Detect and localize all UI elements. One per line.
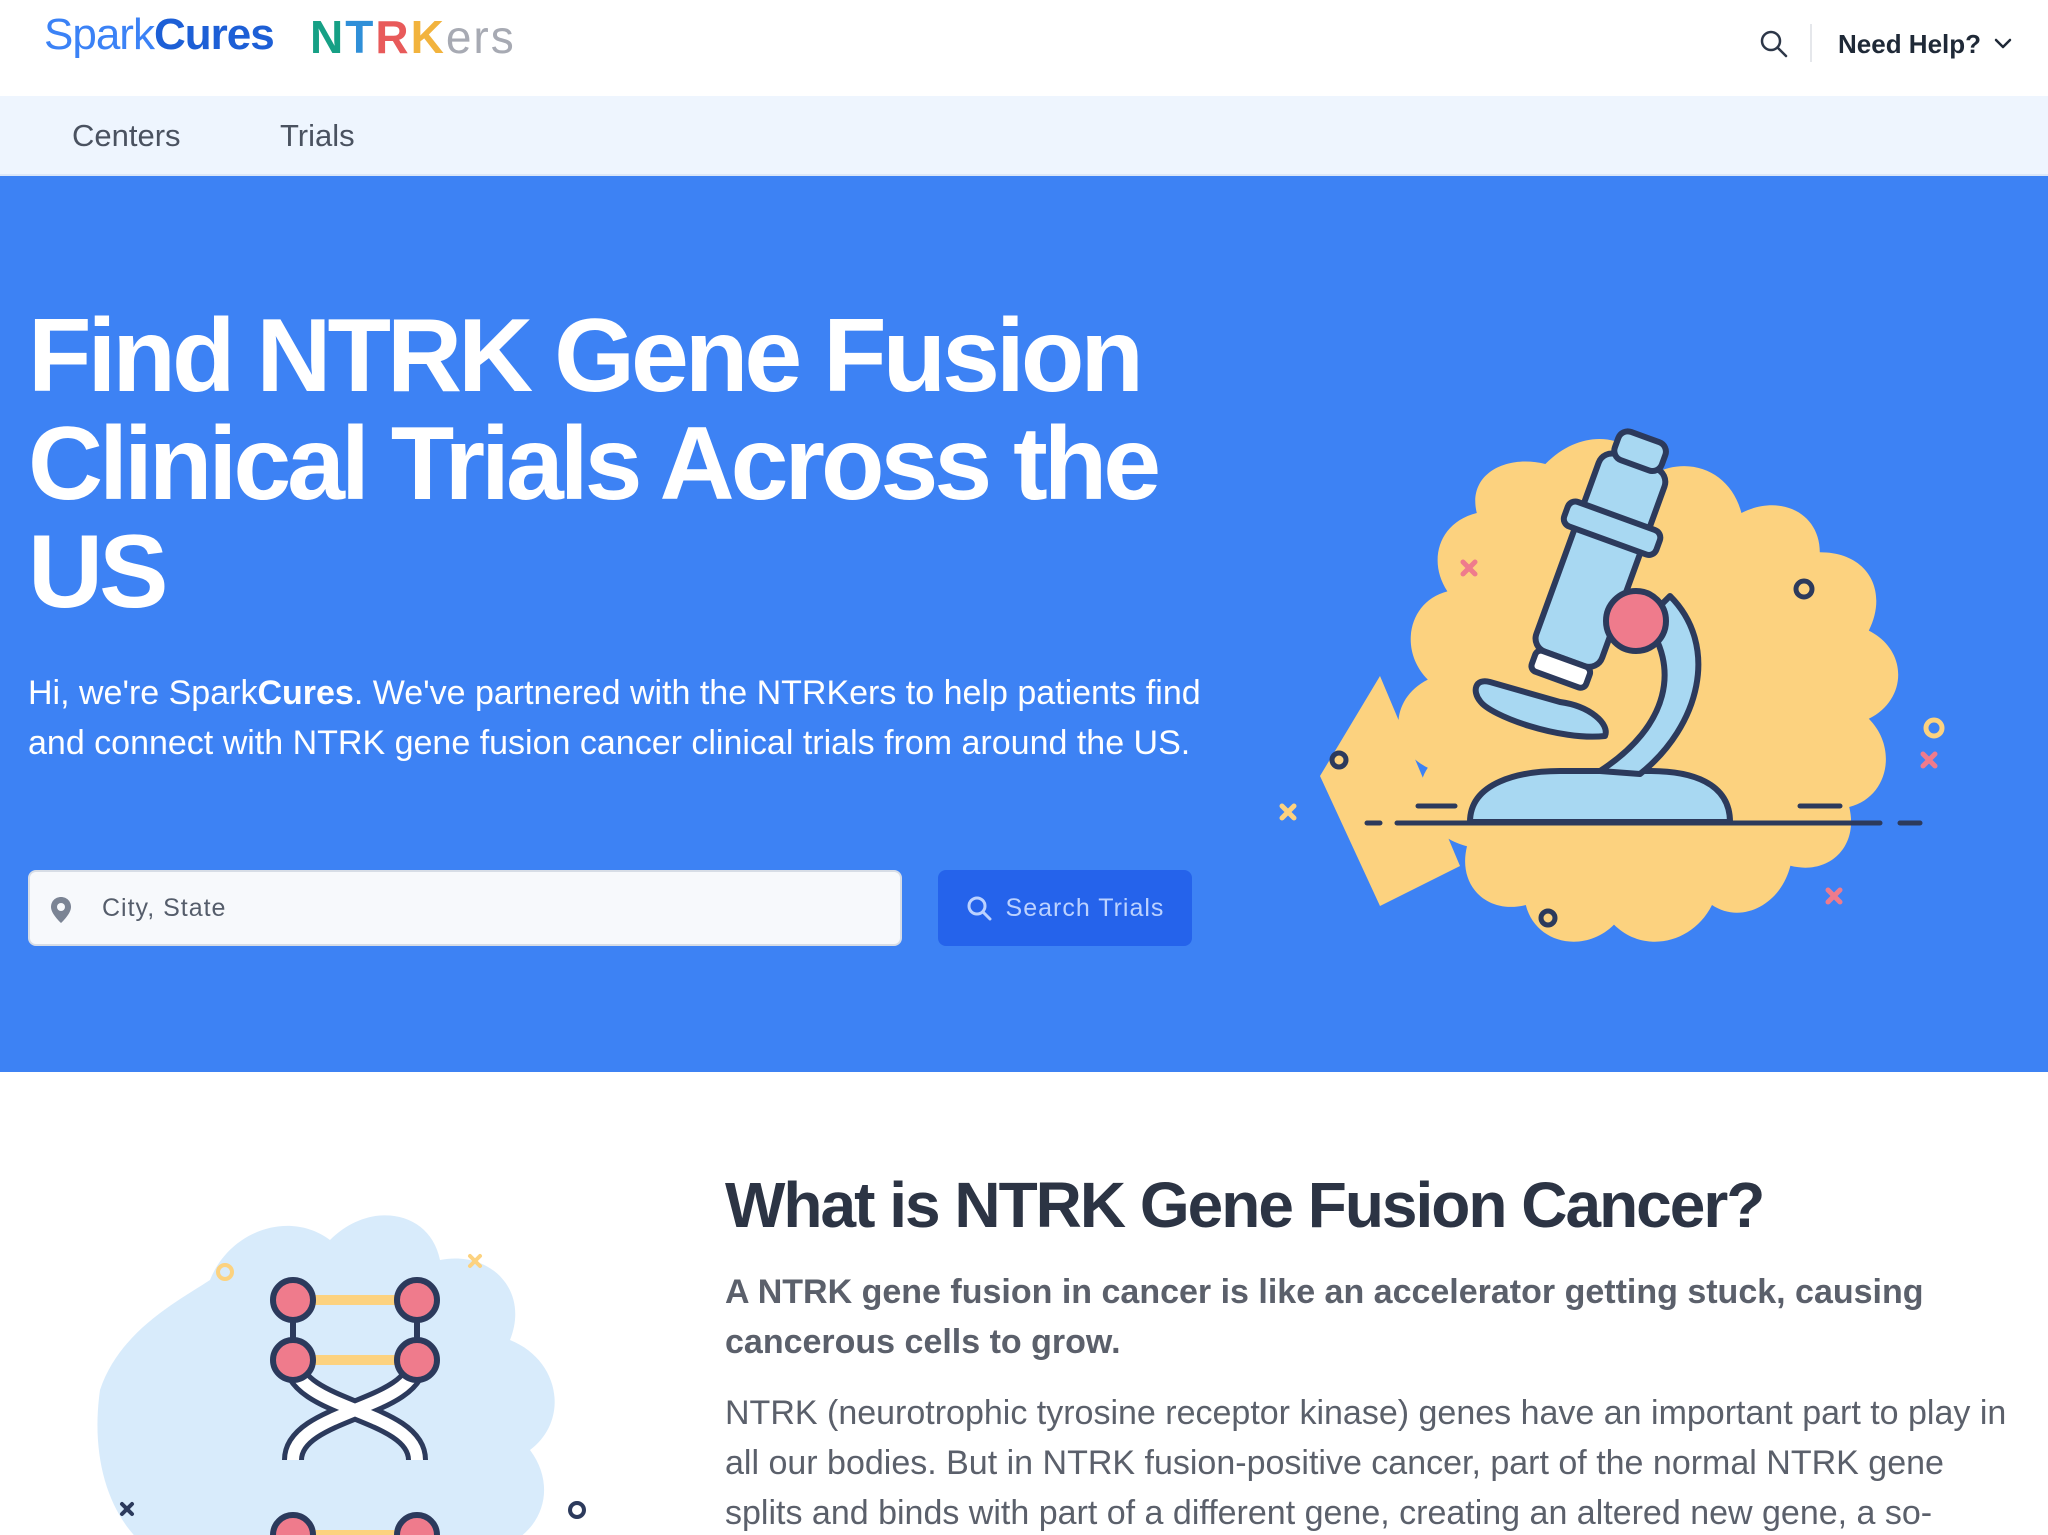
location-pin-icon [51, 897, 71, 923]
search-trials-label: Search Trials [1005, 893, 1165, 922]
intro-prefix: Hi, we're Spark [28, 674, 258, 712]
nav-trials[interactable]: Trials [280, 118, 355, 154]
search-icon[interactable] [1758, 28, 1790, 60]
ntrkers-logo[interactable]: N T R Kers [310, 10, 516, 70]
search-trials-button[interactable]: Search Trials [938, 870, 1192, 946]
location-field[interactable] [28, 870, 902, 946]
chevron-down-icon [1994, 38, 2012, 49]
need-help-dropdown[interactable]: Need Help? [1838, 26, 2013, 62]
hero-title: Find NTRK Gene Fusion Clinical Trials Ac… [28, 298, 1161, 630]
logo-suffix: ers [445, 11, 516, 63]
dna-illustration [97, 1215, 586, 1535]
logo-spark-text: Spark [44, 10, 155, 59]
hero-intro: Hi, we're SparkCures. We've partnered wi… [28, 668, 1208, 768]
nav-centers[interactable]: Centers [72, 118, 181, 154]
search-icon [967, 896, 992, 921]
sub-navigation: Centers Trials [0, 96, 2048, 176]
logo-letter-k: K [410, 11, 446, 63]
section-lead: A NTRK gene fusion in cancer is like an … [725, 1273, 1924, 1361]
location-input[interactable] [102, 872, 882, 944]
section-title: What is NTRK Gene Fusion Cancer? [725, 1169, 1765, 1241]
header-divider [1810, 24, 1812, 62]
logo-letter-t: T [345, 11, 376, 63]
info-section: What is NTRK Gene Fusion Cancer? A NTRK … [0, 1072, 2048, 1535]
logo-cures-text: Cures [153, 10, 275, 59]
intro-brand: Cures [257, 674, 354, 712]
need-help-label: Need Help? [1838, 28, 1982, 59]
sparkcures-logo[interactable]: Spark Cures [44, 10, 275, 70]
top-header: Spark Cures N T R Kers Need Help? [0, 0, 2048, 96]
section-body: NTRK (neurotrophic tyrosine receptor kin… [725, 1394, 2007, 1532]
microscope-illustration [1279, 428, 1945, 942]
logo-letter-n: N [310, 11, 346, 63]
logo-letter-r: R [375, 11, 411, 63]
hero-section: Find NTRK Gene Fusion Clinical Trials Ac… [0, 176, 2048, 1072]
